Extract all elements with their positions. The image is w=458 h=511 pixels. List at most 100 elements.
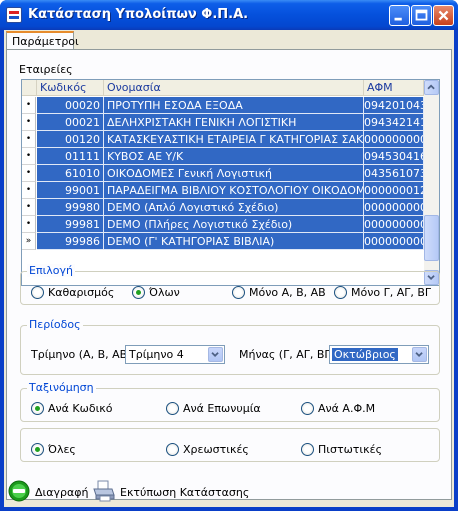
cell-name: ΠΡΟΤΥΠΗ ΕΣΟΔΑ ΕΞΟΔΑ <box>104 97 364 114</box>
selection-title: Επιλογή <box>27 264 76 277</box>
quarter-label: Τρίμηνο (Α, Β, ΑΒ) <box>31 348 132 361</box>
radio-only-a-b-ab-label[interactable]: Μόνο Α, Β, ΑΒ <box>249 286 326 299</box>
radio-balance-all-label[interactable]: Όλες <box>48 443 76 456</box>
table-row[interactable]: • 00120 ΚΑΤΑΣΚΕΥΑΣΤΙΚΗ ΕΤΑΙΡΕΙΑ Γ ΚΑΤΗΓΟ… <box>22 131 424 148</box>
radio-sort-code-label[interactable]: Ανά Κωδικό <box>48 402 113 415</box>
companies-label: Εταιρείες <box>19 63 73 76</box>
companies-grid[interactable]: Κωδικός Ονομασία ΑΦΜ • 00020 ΠΡΟΤΥΠΗ ΕΣΟ… <box>21 79 440 286</box>
radio-sort-afm[interactable] <box>301 402 314 415</box>
scroll-thumb[interactable] <box>424 215 439 261</box>
cell-name: DEMO (Γ' ΚΑΤΗΓΟΡΙΑΣ ΒΙΒΛΙΑ) <box>104 233 364 250</box>
radio-sort-code[interactable] <box>31 402 44 415</box>
header-indicator <box>22 80 37 96</box>
cell-name: DEMO (Απλό Λογιστικό Σχέδιο) <box>104 199 364 216</box>
cell-afm: 000000000 <box>364 216 424 233</box>
cell-name: ΠΑΡΑΔΕΙΓΜΑ ΒΙΒΛΙΟΥ ΚΟΣΤΟΛΟΓΙΟΥ ΟΙΚΟΔΟΜΩΝ <box>104 182 364 199</box>
window-title: Κατάσταση Υπολοίπων Φ.Π.Α. <box>28 7 249 22</box>
table-row[interactable]: • 61010 ΟΙΚΟΔΟΜΕΣ Γενική Λογιστική 04356… <box>22 165 424 182</box>
row-indicator: • <box>22 131 36 148</box>
delete-label[interactable]: Διαγραφή <box>35 486 88 499</box>
radio-balance-credit[interactable] <box>301 443 314 456</box>
month-select[interactable]: Οκτώβριος <box>329 345 429 364</box>
cell-code: 00020 <box>37 97 104 114</box>
radio-balance-debit-label[interactable]: Χρεωστικές <box>183 443 249 456</box>
cell-afm: 000000012 <box>364 182 424 199</box>
title-bar[interactable]: Κατάσταση Υπολοίπων Φ.Π.Α. <box>0 0 458 30</box>
cell-code: 99986 <box>37 233 104 250</box>
header-afm[interactable]: ΑΦΜ <box>364 80 424 96</box>
maximize-button[interactable] <box>411 5 432 26</box>
radio-only-a-b-ab[interactable] <box>232 286 245 299</box>
client-area: Παράμετροι Εταιρείες Κωδικός Ονομασία ΑΦ… <box>4 30 454 507</box>
cell-code: 99981 <box>37 216 104 233</box>
minimize-button[interactable] <box>389 5 410 26</box>
period-title: Περίοδος <box>27 318 83 331</box>
chevron-down-icon <box>211 352 219 358</box>
cell-code: 00120 <box>37 131 104 148</box>
table-row[interactable]: » 99986 DEMO (Γ' ΚΑΤΗΓΟΡΙΑΣ ΒΙΒΛΙΑ) 0000… <box>22 233 424 250</box>
cell-name: ΔΕΛΗΧΡΙΣΤΑΚΗ ΓΕΝΙΚΗ ΛΟΓΙΣΤΙΚΗ <box>104 114 364 131</box>
radio-all-label[interactable]: Όλων <box>149 286 180 299</box>
maximize-icon <box>415 9 428 21</box>
header-code[interactable]: Κωδικός <box>37 80 104 96</box>
delete-icon <box>8 480 30 502</box>
tab-parameters[interactable]: Παράμετροι <box>6 31 79 50</box>
print-button[interactable] <box>92 479 116 506</box>
period-group: Περίοδος Τρίμηνο (Α, Β, ΑΒ) Τρίμηνο 4 Μή… <box>20 318 440 375</box>
radio-only-g-ag-bg-label[interactable]: Μόνο Γ, ΑΓ, ΒΓ <box>351 286 431 299</box>
radio-only-g-ag-bg[interactable] <box>334 286 347 299</box>
table-row[interactable]: • 99980 DEMO (Απλό Λογιστικό Σχέδιο) 000… <box>22 199 424 216</box>
month-value: Οκτώβριος <box>332 348 398 361</box>
printer-icon <box>93 480 115 502</box>
close-button[interactable] <box>433 5 454 26</box>
row-indicator: » <box>22 233 36 250</box>
month-dropdown-button[interactable] <box>412 347 427 362</box>
table-row[interactable]: • 01111 ΚΥΒΟΣ ΑΕ Υ/Κ 094530416 <box>22 148 424 165</box>
cell-name: ΚΑΤΑΣΚΕΥΑΣΤΙΚΗ ΕΤΑΙΡΕΙΑ Γ ΚΑΤΗΓΟΡΙΑΣ ΣΑΚ <box>104 131 364 148</box>
scroll-up-button[interactable] <box>424 80 439 95</box>
month-label: Μήνας (Γ, ΑΓ, ΒΓ) <box>239 348 335 361</box>
grid-header: Κωδικός Ονομασία ΑΦΜ <box>22 80 424 96</box>
radio-sort-name-label[interactable]: Ανά Επωνυμία <box>183 402 261 415</box>
row-indicator: • <box>22 182 36 199</box>
quarter-dropdown-button[interactable] <box>208 347 223 362</box>
row-indicator: • <box>22 199 36 216</box>
radio-balance-debit[interactable] <box>166 443 179 456</box>
table-row[interactable]: • 99981 DEMO (Πλήρες Λογιστικό Σχέδιο) 0… <box>22 216 424 233</box>
action-bar: Διαγραφή Εκτύπωση Κατάστασης <box>4 478 454 507</box>
radio-clear-label[interactable]: Καθαρισμός <box>48 286 114 299</box>
delete-button[interactable] <box>8 480 30 505</box>
radio-sort-afm-label[interactable]: Ανά Α.Φ.Μ <box>318 402 375 415</box>
cell-afm: 043561073 <box>364 165 424 182</box>
app-window: Κατάσταση Υπολοίπων Φ.Π.Α. Παράμετροι Ετ… <box>0 0 458 511</box>
vertical-scrollbar[interactable] <box>424 80 439 285</box>
balance-filter-group: Όλες Χρεωστικές Πιστωτικές <box>20 428 440 462</box>
cell-afm: 000000000 <box>364 233 424 250</box>
tab-panel-parameters: Εταιρείες Κωδικός Ονομασία ΑΦΜ • 00020 Π… <box>6 49 452 500</box>
quarter-select[interactable]: Τρίμηνο 4 <box>125 345 225 364</box>
radio-all[interactable] <box>132 286 145 299</box>
radio-balance-credit-label[interactable]: Πιστωτικές <box>318 443 382 456</box>
print-label[interactable]: Εκτύπωση Κατάστασης <box>120 486 249 499</box>
radio-clear[interactable] <box>31 286 44 299</box>
cell-afm: 000000000 <box>364 131 424 148</box>
radio-balance-all[interactable] <box>31 443 44 456</box>
cell-name: ΚΥΒΟΣ ΑΕ Υ/Κ <box>104 148 364 165</box>
table-row[interactable]: • 00020 ΠΡΟΤΥΠΗ ΕΣΟΔΑ ΕΞΟΔΑ 094201043 <box>22 97 424 114</box>
tab-strip: Παράμετροι <box>4 30 454 50</box>
table-row[interactable]: • 99001 ΠΑΡΑΔΕΙΓΜΑ ΒΙΒΛΙΟΥ ΚΟΣΤΟΛΟΓΙΟΥ Ο… <box>22 182 424 199</box>
app-icon <box>6 7 22 23</box>
radio-sort-name[interactable] <box>166 402 179 415</box>
chevron-up-icon <box>427 84 435 90</box>
cell-afm: 094530416 <box>364 148 424 165</box>
cell-name: ΟΙΚΟΔΟΜΕΣ Γενική Λογιστική <box>104 165 364 182</box>
cell-code: 99001 <box>37 182 104 199</box>
cell-code: 01111 <box>37 148 104 165</box>
header-name[interactable]: Ονομασία <box>104 80 364 96</box>
cell-code: 00021 <box>37 114 104 131</box>
table-row[interactable]: • 00021 ΔΕΛΗΧΡΙΣΤΑΚΗ ΓΕΝΙΚΗ ΛΟΓΙΣΤΙΚΗ 09… <box>22 114 424 131</box>
cell-name: DEMO (Πλήρες Λογιστικό Σχέδιο) <box>104 216 364 233</box>
cell-code: 99980 <box>37 199 104 216</box>
minimize-icon <box>394 17 402 21</box>
row-indicator: • <box>22 97 36 114</box>
